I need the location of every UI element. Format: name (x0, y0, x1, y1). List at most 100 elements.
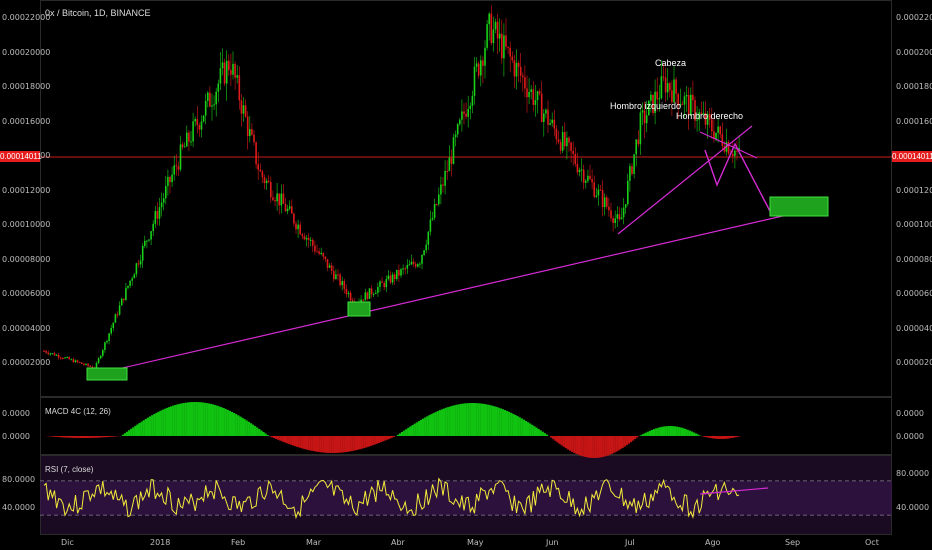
macd-bar (245, 420, 248, 436)
macd-bar (104, 436, 108, 438)
macd-bar (50, 436, 53, 437)
candle-body (280, 193, 283, 206)
candle-body (606, 197, 608, 207)
candle-body (601, 190, 604, 208)
macd-bar (348, 436, 351, 452)
candle-body (370, 288, 373, 295)
candle-body (423, 250, 425, 255)
macd-bar (598, 436, 601, 458)
candle-body (175, 165, 178, 167)
time-axis-label: 2018 (150, 538, 171, 547)
macd-bar (680, 427, 683, 436)
macd-bar (472, 403, 475, 436)
macd-bar (270, 436, 273, 438)
macd-bar (209, 403, 213, 436)
price-axis-label: 0.00010000 (2, 220, 51, 229)
candle-body (736, 150, 738, 152)
macd-bar (535, 427, 538, 436)
macd-bar (132, 427, 135, 436)
candle-body (173, 165, 175, 175)
rsi-axis-left-80: 80.0000 (2, 475, 36, 484)
macd-bar (621, 436, 624, 448)
candle-body (408, 264, 411, 266)
macd-bar (79, 436, 82, 438)
macd-bar (54, 436, 57, 437)
candle-body (139, 260, 142, 265)
macd-bar (312, 436, 315, 452)
macd-bar (686, 429, 689, 436)
macd-bar (125, 431, 129, 436)
price-axis-label: 0.00006000 (2, 289, 51, 298)
candle-body (295, 223, 297, 230)
macd-bar (243, 419, 246, 436)
candle-body (561, 132, 564, 151)
time-axis-label: Jun (546, 538, 559, 547)
macd-bar (314, 436, 318, 452)
macd-bar (493, 406, 496, 436)
candle-body (160, 202, 163, 208)
macd-bar (144, 418, 147, 436)
macd-bar (254, 426, 257, 436)
macd-bar (174, 404, 177, 436)
macd-bar (604, 436, 607, 457)
candle-body (574, 153, 577, 164)
candle-body (402, 268, 404, 270)
candle-body (645, 115, 648, 124)
candle-body (282, 193, 285, 204)
macd-bar (228, 410, 231, 436)
macd-bar (558, 436, 561, 444)
macd-bar (207, 403, 210, 436)
candle-body (328, 265, 331, 268)
candle-body (461, 111, 463, 120)
candle-body (427, 231, 430, 245)
macd-bar (264, 433, 267, 436)
candle-body (112, 322, 115, 329)
macd-bar (560, 436, 563, 446)
candle-body (543, 113, 545, 123)
macd-bar (149, 416, 152, 436)
macd-bar (161, 409, 164, 436)
macd-bar (224, 408, 227, 436)
candle-body (633, 154, 635, 174)
rsi-title: RSI (7, close) (45, 465, 94, 474)
macd-bar (275, 436, 278, 439)
candle-body (249, 129, 251, 136)
macd-bar (627, 436, 630, 444)
candle-body (559, 142, 562, 151)
candle-body (137, 263, 140, 265)
candle-body (154, 211, 157, 224)
macd-bar (327, 436, 330, 453)
candle-body (70, 359, 73, 361)
price-axis-label: 0.00004000 (2, 323, 51, 333)
macd-bar (98, 436, 101, 438)
macd-bar (319, 436, 322, 453)
candle-body (270, 182, 272, 198)
macd-bar (417, 421, 420, 436)
macd-bar (602, 436, 605, 457)
candle-body (582, 169, 585, 183)
macd-bar (409, 426, 412, 436)
candle-body (244, 105, 247, 117)
candle-body (631, 166, 633, 174)
macd-bar (289, 436, 292, 445)
macd-bar (380, 436, 383, 443)
macd-bar (100, 436, 103, 438)
macd-bar (396, 434, 399, 436)
macd-bar (705, 436, 708, 438)
candle-body (291, 206, 293, 214)
candle-body (448, 157, 451, 172)
candle-body (429, 219, 432, 232)
price-axis-label: 0.00022000 (896, 13, 932, 22)
price-axis-label: 0.00020000 (896, 47, 932, 57)
macd-bar (298, 436, 301, 448)
macd-bar (398, 433, 402, 436)
macd-bar (646, 431, 649, 436)
candle-body (114, 314, 117, 323)
macd-bar (272, 436, 276, 439)
macd-bar (581, 436, 584, 457)
candle-body (572, 150, 574, 154)
macd-bar (197, 402, 200, 436)
macd-bar (293, 436, 297, 447)
macd-bar (541, 431, 544, 436)
macd-bar (713, 436, 717, 439)
